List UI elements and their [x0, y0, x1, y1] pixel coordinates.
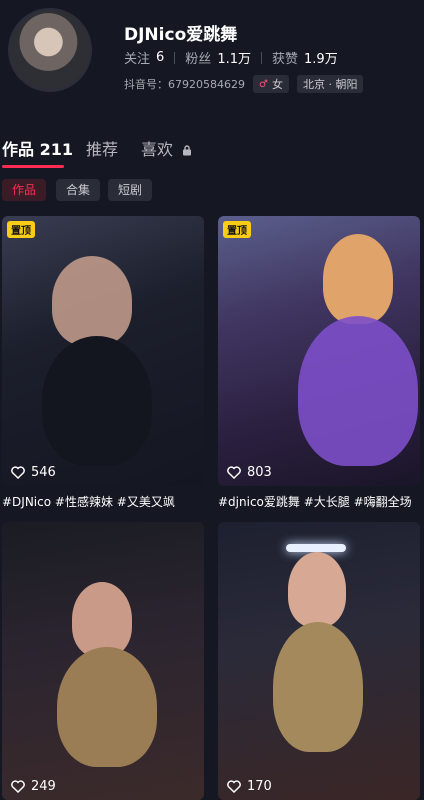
- like-count: 803: [227, 465, 272, 480]
- video-thumbnail[interactable]: 置顶 546: [2, 216, 204, 486]
- gender-label: 女: [271, 78, 283, 91]
- video-caption[interactable]: #DJNico #性感辣妹 #又美又飒: [2, 493, 175, 510]
- heart-icon: [11, 466, 25, 479]
- like-count-value: 803: [247, 465, 272, 480]
- video-thumbnail[interactable]: 置顶 803: [218, 216, 420, 486]
- like-count: 546: [11, 465, 56, 480]
- profile-stats: 关注 6 粉丝 1.1万 获赞 1.9万: [124, 48, 348, 67]
- video-thumbnail[interactable]: 249: [2, 522, 204, 800]
- profile-meta: 抖音号：67920584629 ♂ 女 北京 · 朝阳: [124, 75, 364, 93]
- gender-icon: ♂: [258, 78, 268, 90]
- followers-count[interactable]: 1.1万: [217, 48, 251, 67]
- location-tag: 北京 · 朝阳: [296, 75, 364, 93]
- lock-icon: [183, 145, 192, 156]
- heart-icon: [11, 780, 25, 793]
- likes-count: 1.9万: [304, 52, 338, 67]
- pinned-badge: 置顶: [223, 221, 251, 238]
- tab-works[interactable]: 作品 211: [2, 136, 73, 160]
- chip-collections[interactable]: 合集: [56, 179, 101, 201]
- heart-icon: [227, 780, 241, 793]
- sub-filter-chips: 作品 合集 短剧: [0, 179, 424, 203]
- tab-liked-label: 喜欢: [141, 140, 174, 159]
- like-count-value: 249: [31, 779, 56, 794]
- following-count[interactable]: 6: [156, 50, 164, 65]
- avatar[interactable]: [8, 8, 92, 92]
- tab-liked[interactable]: 喜欢: [141, 136, 192, 160]
- video-caption[interactable]: #djnico爱跳舞 #大长腿 #嗨翻全场: [218, 493, 412, 510]
- profile-header: DJNico爱跳舞 关注 6 粉丝 1.1万 获赞 1.9万 抖音号：67920…: [0, 0, 424, 120]
- video-thumbnail[interactable]: 170: [218, 522, 420, 800]
- divider: [261, 51, 262, 64]
- gender-tag: ♂ 女: [252, 75, 289, 93]
- profile-tabs: 作品 211 推荐 喜欢: [0, 132, 424, 170]
- heart-icon: [227, 466, 241, 479]
- like-count-value: 170: [247, 779, 272, 794]
- like-count: 170: [227, 779, 272, 794]
- nickname: DJNico爱跳舞: [124, 25, 238, 45]
- followers-label: 粉丝: [185, 52, 212, 67]
- chip-short-dramas[interactable]: 短剧: [108, 179, 153, 201]
- douyin-id: 抖音号：67920584629: [124, 78, 245, 91]
- chip-works[interactable]: 作品: [2, 179, 47, 201]
- tab-recommend[interactable]: 推荐: [86, 136, 118, 160]
- likes-label: 获赞: [272, 52, 299, 67]
- divider: [174, 51, 176, 64]
- active-tab-indicator: [2, 165, 64, 168]
- like-count-value: 546: [31, 465, 56, 480]
- following-label: 关注: [124, 52, 151, 67]
- like-count: 249: [11, 779, 56, 794]
- pinned-badge: 置顶: [7, 221, 35, 238]
